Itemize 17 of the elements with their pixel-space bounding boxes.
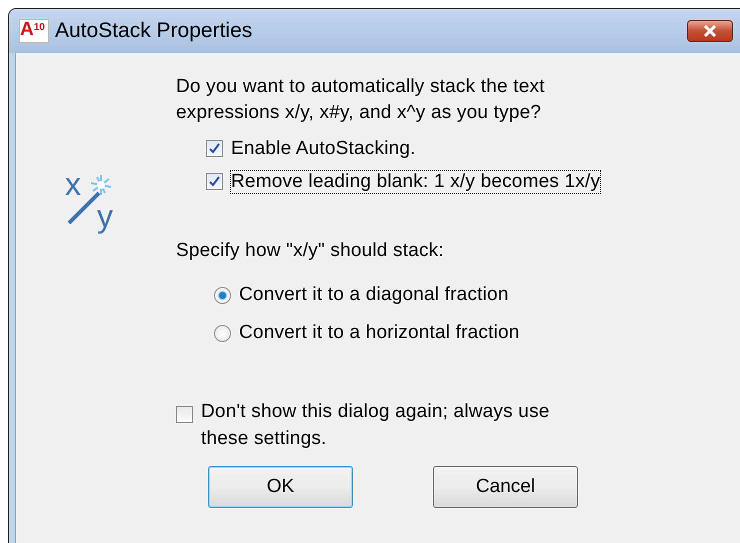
checkbox-label[interactable]: Remove leading blank: 1 x/y becomes 1x/y bbox=[231, 170, 600, 192]
checkbox-label[interactable]: Don't show this dialog again; always use these settings. bbox=[201, 398, 601, 452]
stack-prompt: Specify how "x/y" should stack: bbox=[176, 240, 445, 262]
question-text: Do you want to automatically stack the text expressions x/y, x#y, and x^y as you type? bbox=[176, 75, 546, 125]
checkbox-label[interactable]: Enable AutoStacking. bbox=[231, 138, 416, 160]
close-button[interactable] bbox=[687, 20, 733, 42]
checkbox[interactable] bbox=[176, 406, 193, 423]
window-title: AutoStack Properties bbox=[55, 19, 254, 43]
radio-button[interactable] bbox=[214, 286, 231, 304]
close-icon bbox=[703, 25, 717, 37]
radio-label[interactable]: Convert it to a diagonal fraction bbox=[239, 284, 509, 306]
cancel-button[interactable]: Cancel bbox=[433, 466, 578, 508]
radio-label[interactable]: Convert it to a horizontal fraction bbox=[239, 322, 520, 344]
radio-button[interactable] bbox=[214, 324, 231, 342]
checkbox[interactable] bbox=[206, 173, 223, 190]
checkbox[interactable] bbox=[206, 140, 223, 157]
ok-button[interactable]: OK bbox=[208, 466, 353, 508]
